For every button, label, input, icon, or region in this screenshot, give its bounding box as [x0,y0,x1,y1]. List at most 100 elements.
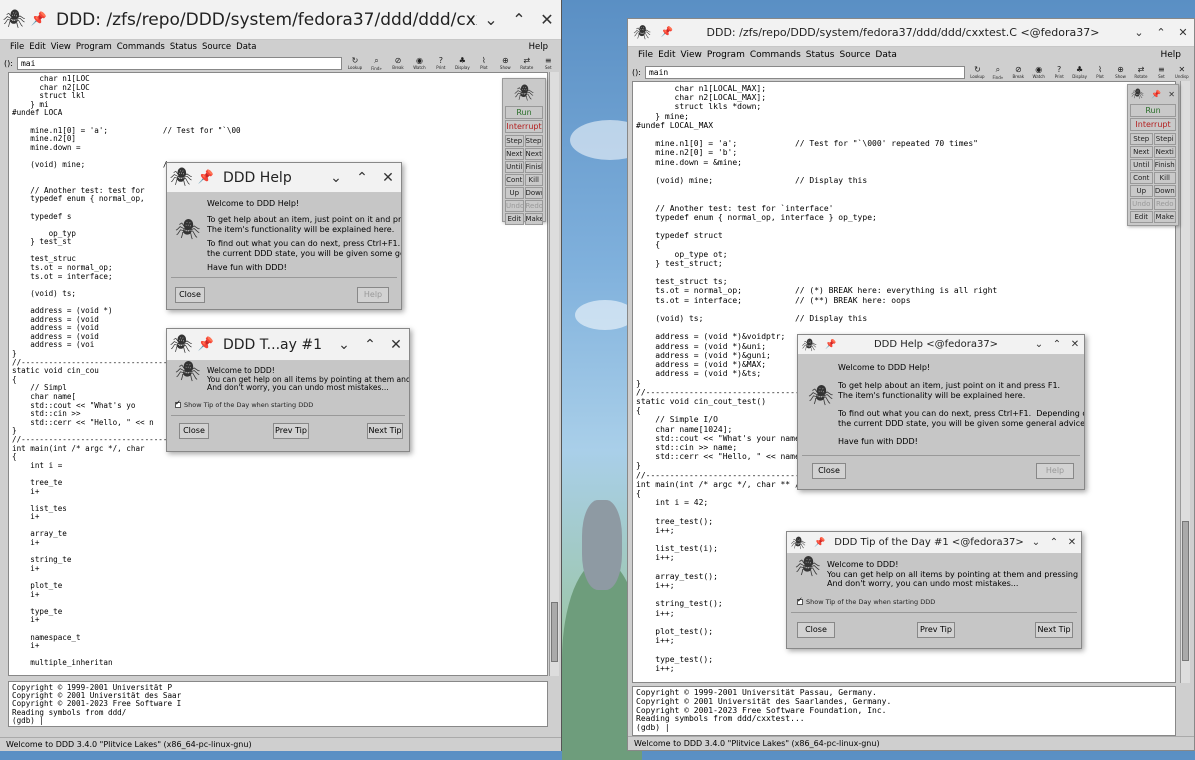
toolbar-plot[interactable]: ⌇ Plot [475,55,492,71]
step-button[interactable]: Step [505,135,524,147]
show-tip-checkbox[interactable]: Show Tip of the Day when starting DDD [175,399,313,411]
menu-program[interactable]: Program [707,50,745,60]
redo-button[interactable]: Redo [1153,198,1176,210]
help-button[interactable]: Help [357,287,389,303]
menu-file[interactable]: File [10,42,24,52]
close-icon[interactable]: ✕ [533,10,561,29]
toolbar-undisp[interactable]: ✕ Undisp [1174,64,1190,80]
undo-button[interactable]: Undo [505,200,524,212]
toolbar-rotate[interactable]: ⇄ Rotate [1133,64,1149,80]
pin-icon[interactable]: 📌 [656,22,678,44]
redo-button[interactable]: Redo [524,200,543,212]
scrollbar-thumb[interactable] [551,602,558,662]
stepi-button[interactable]: Stepi [1153,133,1176,145]
menu-commands[interactable]: Commands [750,50,801,60]
edit-button[interactable]: Edit [505,213,524,225]
maximize-icon[interactable]: ⌃ [357,337,383,353]
help-button[interactable]: Help [1036,463,1074,479]
close-icon[interactable]: ✕ [1168,90,1175,99]
step-button[interactable]: Step [1130,133,1153,145]
toolbar-display[interactable]: ♣ Display [454,55,471,71]
undo-button[interactable]: Undo [1130,198,1153,210]
toolbar-rotate[interactable]: ⇄ Rotate [518,55,535,71]
pin-icon[interactable]: 📌 [1151,90,1161,99]
close-icon[interactable]: ✕ [1063,537,1081,548]
menu-status[interactable]: Status [806,50,835,60]
run-button[interactable]: Run [1130,104,1176,117]
toolbar-plot[interactable]: ⌇ Plot [1092,64,1108,80]
toolbar-set[interactable]: ≡ Set [1153,64,1169,80]
minimize-icon[interactable]: ⌄ [323,170,349,186]
next-button[interactable]: Next [505,148,524,160]
toolbar-break[interactable]: ⊘ Break [1010,64,1026,80]
menu-source[interactable]: Source [839,50,870,60]
dialog-titlebar[interactable]: 🕷 📌 DDD Tip of the Day #1 <@fedora37> ⌄ … [787,532,1081,554]
maximize-icon[interactable]: ⌃ [349,170,375,186]
cont-button[interactable]: Cont [1130,172,1153,184]
down-button[interactable]: Down [524,187,543,199]
until-button[interactable]: Until [1130,159,1153,171]
menu-program[interactable]: Program [76,42,112,52]
next-tip-button[interactable]: Next Tip [367,423,403,439]
dialog-titlebar[interactable]: 🕷 📌 DDD T...ay #1 ⌄ ⌃ ✕ [167,329,409,361]
close-button[interactable]: Close [797,622,835,638]
kill-button[interactable]: Kill [1153,172,1176,184]
maximize-icon[interactable]: ⌃ [505,10,533,29]
gdb-console[interactable]: Copyright © 1999-2001 Universität Passau… [632,686,1176,736]
toolbar-show[interactable]: ⊕ Show [1112,64,1128,80]
menu-status[interactable]: Status [170,42,197,52]
make-button[interactable]: Make [524,213,543,225]
nexti-button[interactable]: Nexti [524,148,543,160]
close-button[interactable]: Close [179,423,209,439]
close-icon[interactable]: ✕ [1066,339,1084,350]
argument-input[interactable]: mai [16,56,343,70]
toolbar-watch[interactable]: ◉ Watch [411,55,428,71]
menu-commands[interactable]: Commands [117,42,165,52]
finish-button[interactable]: Finish [524,161,543,173]
menu-edit[interactable]: Edit [658,50,675,60]
window-titlebar[interactable]: 🕷 📌 DDD: /zfs/repo/DDD/system/fedora37/d… [0,0,561,40]
finish-button[interactable]: Finish [1153,159,1176,171]
minimize-icon[interactable]: ⌄ [1027,537,1045,548]
pin-icon[interactable]: 📌 [28,9,50,31]
show-tip-checkbox[interactable]: Show Tip of the Day when starting DDD [797,596,935,608]
interrupt-button[interactable]: Interrupt [1130,118,1176,131]
minimize-icon[interactable]: ⌄ [1030,339,1048,350]
up-button[interactable]: Up [505,187,524,199]
source-scrollbar[interactable] [549,72,559,676]
minimize-icon[interactable]: ⌄ [1128,26,1150,39]
menu-help[interactable]: Help [529,42,548,52]
down-button[interactable]: Down [1153,185,1176,197]
toolbar-show[interactable]: ⊕ Show [497,55,514,71]
interrupt-button[interactable]: Interrupt [505,120,543,133]
prev-tip-button[interactable]: Prev Tip [917,622,955,638]
menu-data[interactable]: Data [236,42,256,52]
toolbar-set[interactable]: ≡ Set [540,55,557,71]
toolbar-display[interactable]: ♣ Display [1071,64,1087,80]
menu-data[interactable]: Data [875,50,897,60]
maximize-icon[interactable]: ⌃ [1045,537,1063,548]
cont-button[interactable]: Cont [505,174,524,186]
next-button[interactable]: Next [1130,146,1153,158]
pin-icon[interactable]: 📌 [195,334,217,356]
toolbar-break[interactable]: ⊘ Break [389,55,406,71]
toolbar-lookup[interactable]: ↻ Lookup [969,64,985,80]
close-button[interactable]: Close [175,287,205,303]
stepi-button[interactable]: Stepi [524,135,543,147]
toolbar-watch[interactable]: ◉ Watch [1031,64,1047,80]
edit-button[interactable]: Edit [1130,211,1153,223]
close-icon[interactable]: ✕ [383,337,409,353]
menu-view[interactable]: View [681,50,702,60]
maximize-icon[interactable]: ⌃ [1150,26,1172,39]
close-button[interactable]: Close [812,463,846,479]
pin-icon[interactable]: 📌 [195,167,217,189]
dialog-titlebar[interactable]: 🕷 📌 DDD Help ⌄ ⌃ ✕ [167,163,401,193]
next-tip-button[interactable]: Next Tip [1035,622,1073,638]
toolbar-find[interactable]: ⌕ Find» [990,64,1006,80]
toolbar-print[interactable]: ? Print [1051,64,1067,80]
make-button[interactable]: Make [1153,211,1176,223]
source-scrollbar[interactable] [1180,81,1190,683]
nexti-button[interactable]: Nexti [1153,146,1176,158]
argument-input[interactable]: main [644,65,966,79]
menu-view[interactable]: View [51,42,71,52]
